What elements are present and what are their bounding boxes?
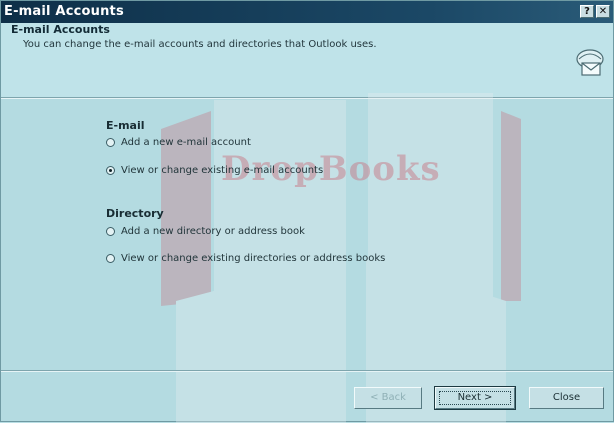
focus-rectangle [439,391,511,405]
back-button[interactable]: < Back [354,387,422,409]
radio-button-selected[interactable] [106,165,115,175]
watermark-book-logo [161,93,521,423]
email-group-heading: E-mail [106,119,145,132]
radio-button[interactable] [106,253,115,263]
radio-label: View or change existing directories or a… [121,252,386,264]
footer-separator [1,370,613,372]
close-button[interactable]: Close [529,387,604,409]
radio-view-change-directories[interactable]: View or change existing directories or a… [106,250,385,266]
radio-label: Add a new e-mail account [121,136,251,148]
radio-label: Add a new directory or address book [121,225,305,237]
radio-label: View or change existing e-mail accounts [121,164,324,176]
email-accounts-dialog: E-mail Accounts ? ✕ E-mail Accounts You … [0,0,614,423]
directory-group-heading: Directory [106,207,164,220]
next-button[interactable]: Next > [434,386,516,410]
radio-view-change-email-accounts[interactable]: View or change existing e-mail accounts [106,162,323,178]
radio-add-email-account[interactable]: Add a new e-mail account [106,134,251,150]
radio-button[interactable] [106,226,115,236]
radio-add-directory[interactable]: Add a new directory or address book [106,223,305,239]
radio-button[interactable] [106,137,115,147]
